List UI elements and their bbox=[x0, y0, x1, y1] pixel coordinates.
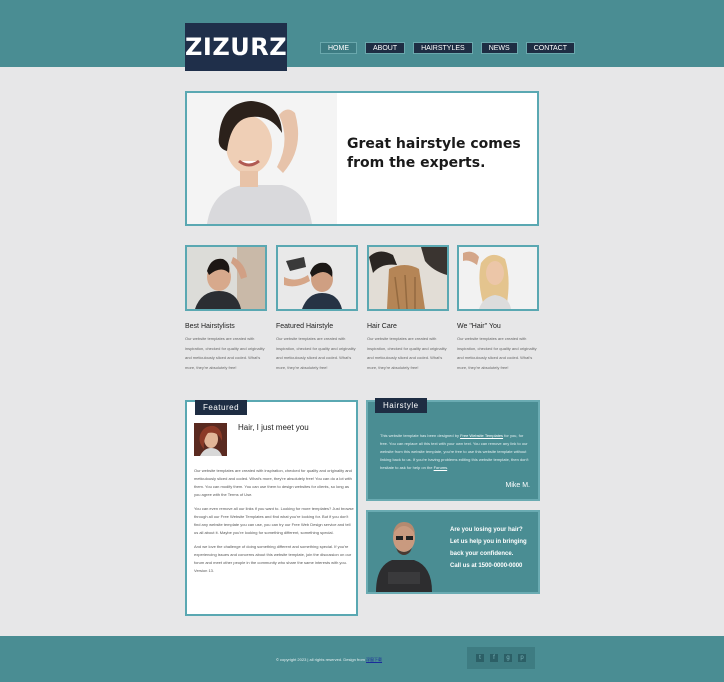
promo-line: back your confidence. bbox=[450, 551, 514, 557]
feature-text: Our website templates are created with i… bbox=[185, 336, 265, 370]
feature-thumb-featured[interactable] bbox=[276, 245, 358, 311]
nav-news[interactable]: NEWS bbox=[480, 42, 518, 54]
promo-box: Are you losing your hair? Let us help yo… bbox=[366, 510, 540, 594]
site-logo[interactable]: ZIZURZ bbox=[185, 23, 287, 71]
nav-contact[interactable]: CONTACT bbox=[525, 42, 576, 54]
feature-thumb-stylists[interactable] bbox=[185, 245, 267, 311]
featured-avatar bbox=[194, 423, 227, 456]
hairstyle-label: Hairstyle bbox=[375, 398, 427, 413]
feature-card: Best Hairstylists Our website templates … bbox=[185, 245, 268, 372]
hero-tagline-line1: Great hairstyle comes bbox=[347, 136, 521, 152]
featured-panel: Featured Hair, I just meet you Our websi… bbox=[185, 400, 358, 616]
hero-woman-photo bbox=[187, 93, 337, 224]
free-templates-link[interactable]: Free Website Templates bbox=[460, 433, 503, 438]
credit-link[interactable]: 浮窗下载 bbox=[366, 657, 382, 662]
promo-phone[interactable]: Call us at 1500-0000-0000 bbox=[450, 560, 538, 572]
feature-text: Our website templates are created with i… bbox=[457, 336, 537, 370]
feature-title: Hair Care bbox=[367, 323, 397, 330]
featured-paragraph: Our website templates are created with i… bbox=[194, 468, 352, 497]
promo-line: Are you losing your hair? bbox=[450, 527, 523, 533]
features-row: Best Hairstylists Our website templates … bbox=[185, 245, 540, 385]
googleplus-icon[interactable]: g bbox=[504, 654, 512, 662]
social-links: t f g p bbox=[467, 647, 535, 669]
feature-thumb-haircare[interactable] bbox=[367, 245, 449, 311]
hero-banner: Great hairstyle comes from the experts. bbox=[185, 91, 539, 226]
feature-title: We "Hair" You bbox=[457, 323, 501, 330]
promo-man-photo bbox=[370, 512, 440, 592]
nav-hairstyles[interactable]: HAIRSTYLES bbox=[413, 42, 473, 54]
footer-copyright: © copyright 2023 | all rights reserved. … bbox=[276, 657, 382, 663]
pinterest-icon[interactable]: p bbox=[518, 654, 526, 662]
promo-text: Are you losing your hair? Let us help yo… bbox=[450, 524, 538, 572]
nav-about[interactable]: ABOUT bbox=[365, 42, 406, 54]
feature-text: Our website templates are created with i… bbox=[367, 336, 447, 370]
feature-card: Featured Hairstyle Our website templates… bbox=[276, 245, 359, 372]
featured-paragraph: And we love the challenge of doing somet… bbox=[194, 544, 352, 573]
hero-tagline: Great hairstyle comes from the experts. bbox=[347, 135, 521, 173]
featured-label: Featured bbox=[195, 400, 248, 415]
hairstyle-signature: Mike M. bbox=[505, 482, 531, 489]
footer: © copyright 2023 | all rights reserved. … bbox=[0, 636, 724, 682]
feature-title: Best Hairstylists bbox=[185, 323, 235, 330]
featured-paragraph: You can even remove all our links if you… bbox=[194, 506, 354, 535]
main-nav: HOME ABOUT HAIRSTYLES NEWS CONTACT bbox=[320, 42, 576, 54]
hairstyle-text: This website template has been designed … bbox=[380, 433, 459, 438]
twitter-icon[interactable]: t bbox=[476, 654, 484, 662]
feature-text: Our website templates are created with i… bbox=[276, 336, 356, 370]
promo-line: Let us help you in bringing bbox=[450, 539, 527, 545]
feature-card: We "Hair" You Our website templates are … bbox=[457, 245, 540, 372]
hairstyle-body: This website template has been designed … bbox=[380, 433, 529, 470]
hero-tagline-line2: from the experts. bbox=[347, 155, 486, 171]
featured-body: Our website templates are created with i… bbox=[194, 467, 354, 581]
hairstyle-text: for you, for free. You can replace all t… bbox=[380, 433, 529, 470]
facebook-icon[interactable]: f bbox=[490, 654, 498, 662]
forums-link[interactable]: Forums bbox=[434, 465, 448, 470]
hairstyle-panel: Hairstyle This website template has been… bbox=[366, 398, 540, 501]
copyright-text: © copyright 2023 | all rights reserved. … bbox=[276, 657, 365, 662]
feature-title: Featured Hairstyle bbox=[276, 323, 334, 330]
feature-card: Hair Care Our website templates are crea… bbox=[367, 245, 450, 372]
featured-heading: Hair, I just meet you bbox=[238, 423, 309, 432]
header-bar: ZIZURZ HOME ABOUT HAIRSTYLES NEWS CONTAC… bbox=[0, 0, 724, 71]
nav-home[interactable]: HOME bbox=[320, 42, 357, 54]
feature-thumb-hairyou[interactable] bbox=[457, 245, 539, 311]
